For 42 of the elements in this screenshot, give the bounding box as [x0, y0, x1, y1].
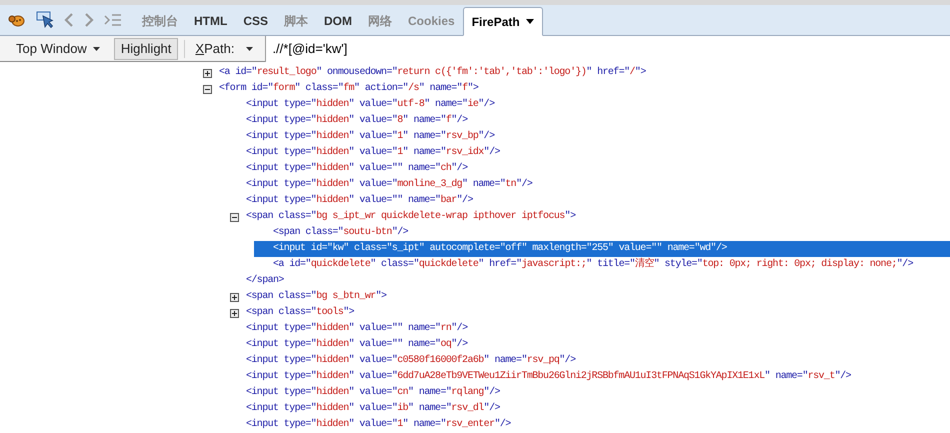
minus-box-icon[interactable]	[230, 212, 239, 222]
xpath-label: XPath:	[194, 40, 234, 58]
code-line: <input type="hidden" value="1" name="rsv_bp"/>	[246, 130, 494, 144]
code-line: <input type="hidden" value="1" name="rsv_idx"/>	[246, 146, 500, 160]
code-line: <span class="bg s_btn_wr">	[246, 290, 386, 304]
code-line: <input id="kw" class="s_ipt" autocomplete="off" maxlength="255" value="" name="wd"/>	[273, 242, 727, 256]
code-line: </span>	[246, 274, 284, 288]
plus-box-icon[interactable]	[230, 292, 239, 302]
code-line: <input type="hidden" value="utf-8" name="ie"/>	[246, 98, 494, 112]
selected-row[interactable]: <input id="kw" class="s_ipt" autocomplete="off" maxlength="255" value="" name="wd"/>	[254, 241, 950, 257]
plus-box-icon[interactable]	[230, 308, 239, 318]
code-line: <input type="hidden" value="1" name="rsv_enter"/>	[246, 418, 511, 432]
highlight-button[interactable]: Highlight	[114, 38, 178, 60]
code-line: <input type="hidden" value="" name="ch"/>	[246, 162, 468, 176]
inspect-pointer-icon[interactable]	[36, 11, 54, 29]
code-line: <a id="result_logo" onmousedown="return c({'fm':'tab','tab':'logo'})" href="/">	[219, 66, 646, 80]
caret-icon	[92, 46, 100, 50]
tab[interactable]: FirePath	[462, 7, 543, 36]
xpath-field[interactable]: .//*[@id='kw']	[265, 36, 950, 62]
code-line: <input type="hidden" value="c0580f16000f2a6b" name="rsv_pq"/>	[246, 354, 576, 368]
code-line: <input type="hidden" value="monline_3_dg" name="tn"/>	[246, 178, 532, 192]
caret-icon	[526, 19, 534, 24]
tab[interactable]: CSS	[235, 7, 276, 35]
code-line: <input type="hidden" value="6dd7uA28eTb9VETWeu1ZiirTmBbu26Glni2jRSBbfmAU1uI3tFPNAqS1GkYApIX1E1xL" name="rsv_t"/>	[246, 370, 851, 384]
caret-icon[interactable]	[246, 46, 254, 50]
code-line: <input type="hidden" value="8" name="f"/>	[246, 114, 468, 128]
code-line: <span class="soutu-btn"/>	[273, 226, 408, 240]
code-line: <input type="hidden" value="" name="rn"/>	[246, 322, 468, 336]
tab[interactable]: DOM	[316, 7, 360, 35]
code-line: <span class="bg s_ipt_wr quickdelete-wrap ipthover iptfocus">	[246, 210, 576, 224]
window-dropdown[interactable]: Top Window	[8, 38, 108, 60]
code-line: <a id="quickdelete" class="quickdelete" href="javascript:;" title="清空" style="top: 0px; right: 0px; display: none;"/>	[273, 257, 913, 272]
code-line: <input type="hidden" value="" name="bar"/>	[246, 194, 473, 208]
code-line: <input type="hidden" value="ib" name="rsv_dl"/>	[246, 402, 500, 416]
code-line: <input type="hidden" value="" name="oq"/>	[246, 338, 468, 352]
code-line: <input type="hidden" value="cn" name="rqlang"/>	[246, 386, 500, 400]
code-line: <span class="tools">	[246, 306, 354, 320]
bug-icon[interactable]	[8, 13, 26, 27]
minus-box-icon[interactable]	[203, 84, 212, 94]
code-line: <form id="form" class="fm" action="/s" name="f">	[219, 82, 478, 96]
tab[interactable]: HTML	[186, 7, 236, 35]
plus-box-icon[interactable]	[203, 68, 212, 78]
